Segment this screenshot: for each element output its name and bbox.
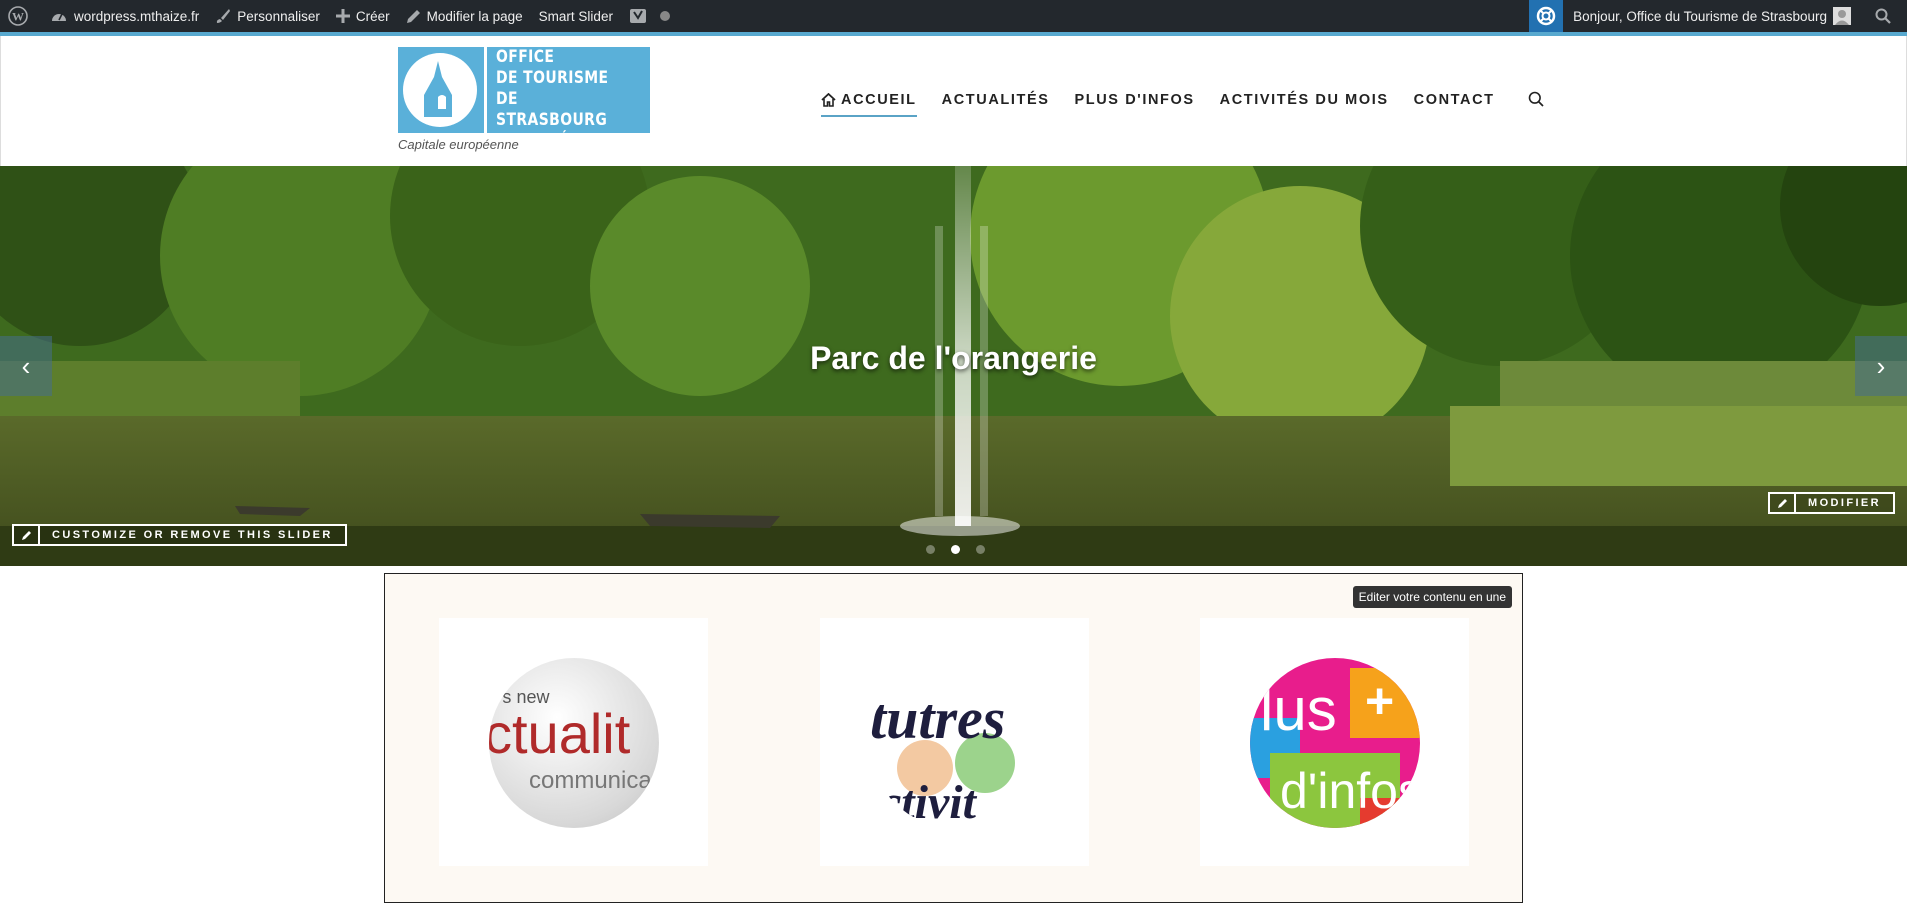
status-dot-icon bbox=[659, 11, 670, 21]
modify-slider-label: MODIFIER bbox=[1808, 497, 1881, 509]
pencil-icon bbox=[1770, 494, 1797, 512]
modify-slider-button[interactable]: MODIFIER bbox=[1768, 492, 1895, 514]
activites-image-text: tutres bbox=[870, 686, 1005, 751]
avatar bbox=[1833, 7, 1851, 25]
nav-label: ACTIVITÉS DU MOIS bbox=[1219, 92, 1389, 108]
actualites-image: ctualit communica 's new bbox=[489, 658, 659, 828]
site-tagline: Capitale européenne bbox=[398, 137, 519, 152]
admin-search-icon[interactable] bbox=[1865, 0, 1907, 32]
hero-slider[interactable]: Parc de l'orangerie ‹ › CUSTOMIZE OR REM… bbox=[0, 166, 1907, 566]
search-icon[interactable] bbox=[1528, 91, 1544, 112]
brush-icon bbox=[217, 9, 231, 23]
featured-content: Editer votre contenu en une ctualit comm… bbox=[384, 573, 1523, 903]
svg-text:W: W bbox=[12, 10, 24, 24]
slider-dot-active[interactable] bbox=[951, 545, 960, 554]
svg-text:+: + bbox=[1365, 673, 1394, 729]
create-link[interactable]: Créer bbox=[328, 0, 398, 32]
edit-page-label: Modifier la page bbox=[426, 8, 523, 24]
plus-icon bbox=[335, 9, 350, 23]
chevron-left-icon: ‹ bbox=[21, 350, 31, 381]
chevron-right-icon: › bbox=[1876, 350, 1886, 381]
slide-title: Parc de l'orangerie bbox=[810, 340, 1097, 376]
slider-next-arrow[interactable]: › bbox=[1855, 336, 1907, 396]
yoast-seo-icon[interactable] bbox=[621, 0, 685, 32]
nav-item-accueil[interactable]: ACCUEIL bbox=[821, 92, 917, 117]
account-menu[interactable]: Bonjour, Office du Tourisme de Strasbour… bbox=[1563, 0, 1865, 32]
slider-dots bbox=[918, 545, 993, 554]
customize-link[interactable]: Personnaliser bbox=[207, 0, 328, 32]
logo-line: OFFICE bbox=[496, 47, 555, 67]
edit-content-tooltip[interactable]: Editer votre contenu en une bbox=[1352, 586, 1512, 608]
create-label: Créer bbox=[355, 8, 390, 24]
nav-item-activites-du-mois[interactable]: ACTIVITÉS DU MOIS bbox=[1220, 92, 1389, 114]
help-icon[interactable] bbox=[1529, 0, 1564, 32]
svg-text:'s new: 's new bbox=[499, 687, 550, 707]
admin-bar: W wordpress.mthaize.fr Personnaliser Cré… bbox=[0, 0, 1907, 32]
pencil-icon bbox=[14, 526, 40, 544]
customize-slider-label: CUSTOMIZE OR REMOVE THIS SLIDER bbox=[52, 529, 333, 541]
pencil-icon bbox=[406, 9, 420, 23]
wordpress-logo-icon[interactable]: W bbox=[0, 0, 42, 32]
edit-page-link[interactable]: Modifier la page bbox=[398, 0, 531, 32]
svg-text:ctivit: ctivit bbox=[880, 776, 978, 828]
activites-image: tutres ctivit bbox=[870, 658, 1040, 828]
actualites-image-text: ctualit bbox=[489, 702, 631, 765]
site-name-link[interactable]: wordpress.mthaize.fr bbox=[42, 0, 207, 32]
site-name-label: wordpress.mthaize.fr bbox=[74, 8, 200, 24]
customize-label: Personnaliser bbox=[237, 8, 320, 24]
greeting-label: Bonjour, Office du Tourisme de Strasbour… bbox=[1573, 8, 1827, 24]
feature-card-plus-dinfos[interactable]: lus d'infos + bbox=[1200, 618, 1469, 866]
svg-text:d'infos: d'infos bbox=[1280, 763, 1420, 819]
smart-slider-link[interactable]: Smart Slider bbox=[531, 0, 621, 32]
logo-line: DE STRASBOURG bbox=[496, 89, 608, 130]
dashboard-icon bbox=[52, 13, 66, 21]
nav-label: PLUS D'INFOS bbox=[1074, 92, 1195, 108]
nav-item-contact[interactable]: CONTACT bbox=[1414, 92, 1495, 114]
site-logo[interactable]: OFFICE DE TOURISME DE STRASBOURG ET SA R… bbox=[398, 47, 650, 151]
feature-card-activites[interactable]: tutres ctivit bbox=[820, 618, 1089, 866]
slider-prev-arrow[interactable]: ‹ bbox=[0, 336, 52, 396]
plus-dinfos-image-text: lus bbox=[1260, 676, 1337, 743]
main-nav: ACCUEIL ACTUALITÉS PLUS D'INFOS ACTIVITÉ… bbox=[821, 91, 1544, 117]
nav-label: CONTACT bbox=[1413, 92, 1495, 108]
nav-label: ACCUEIL bbox=[841, 92, 917, 108]
nav-item-actualites[interactable]: ACTUALITÉS bbox=[942, 92, 1050, 114]
logo-line: DE TOURISME bbox=[496, 68, 609, 88]
smart-slider-label: Smart Slider bbox=[538, 8, 613, 24]
slider-dot[interactable] bbox=[976, 545, 985, 554]
nav-item-plus-dinfos[interactable]: PLUS D'INFOS bbox=[1075, 92, 1195, 114]
site-header: OFFICE DE TOURISME DE STRASBOURG ET SA R… bbox=[0, 36, 1907, 166]
nav-label: ACTUALITÉS bbox=[941, 92, 1050, 108]
svg-text:communica: communica bbox=[529, 767, 652, 794]
home-icon bbox=[821, 93, 836, 107]
feature-card-actualites[interactable]: ctualit communica 's new bbox=[439, 618, 708, 866]
slider-dot[interactable] bbox=[926, 545, 935, 554]
customize-slider-button[interactable]: CUSTOMIZE OR REMOVE THIS SLIDER bbox=[12, 524, 347, 546]
plus-dinfos-image: lus d'infos + bbox=[1250, 658, 1420, 828]
